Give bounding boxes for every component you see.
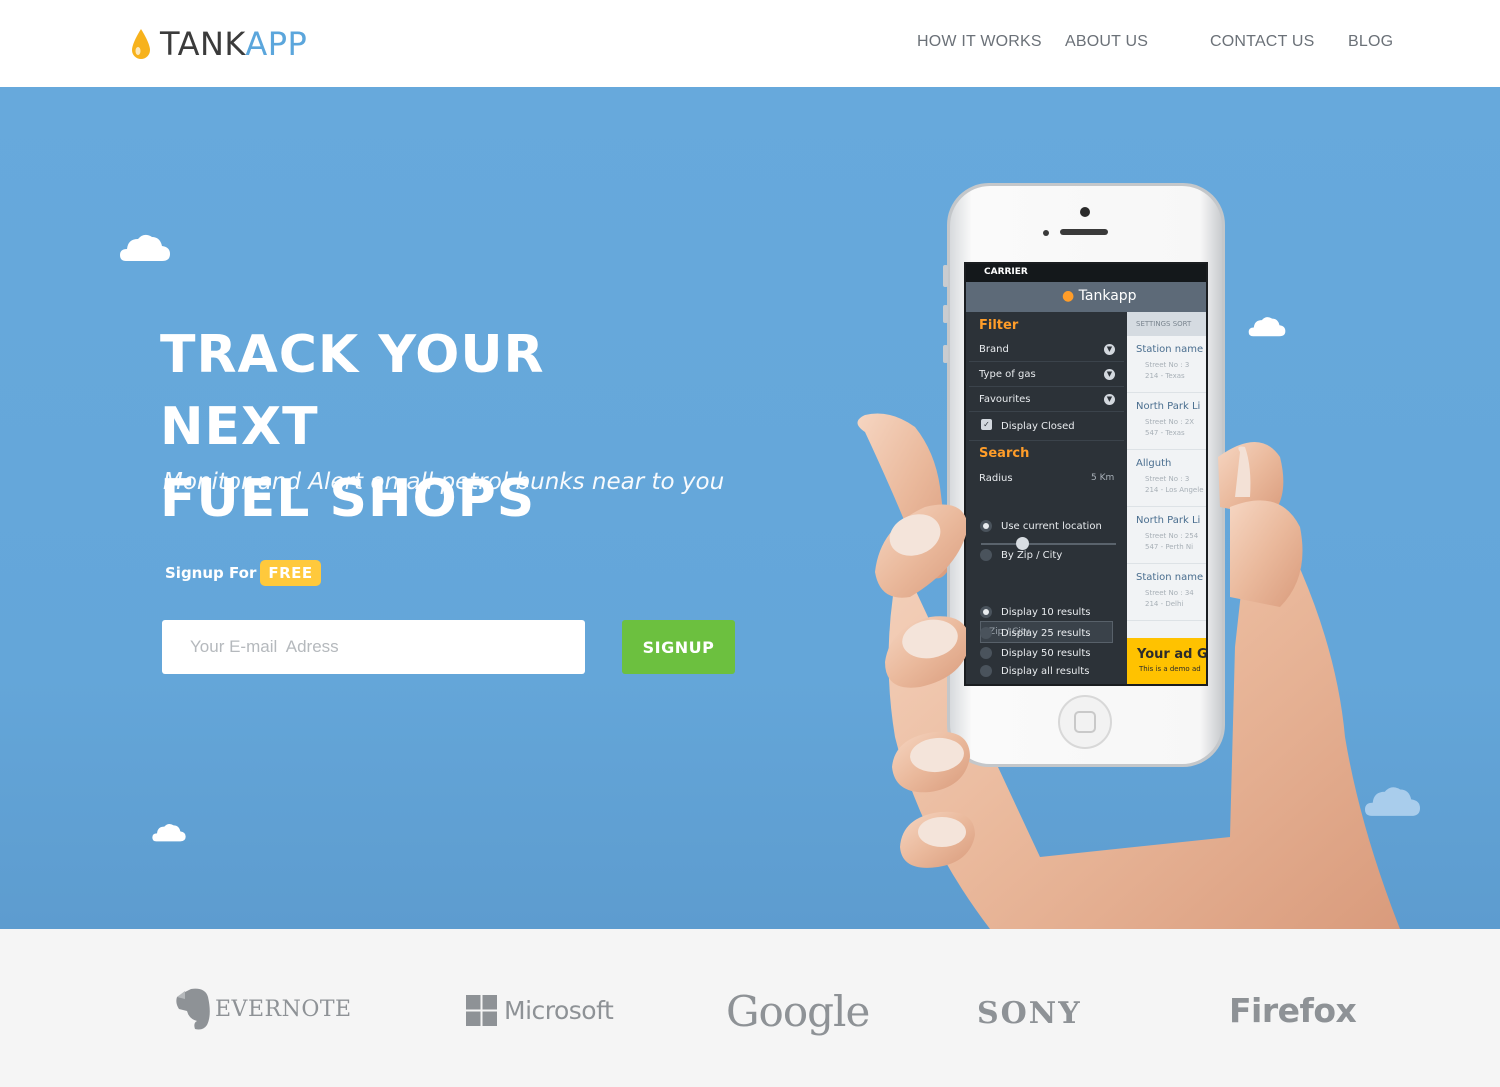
filter-type-of-gas[interactable]: Type of gas ▼ [969,363,1124,387]
display-closed-label: Display Closed [1001,421,1075,432]
app-title-bar: ● Tankapp [966,282,1206,312]
ad-subtitle: This is a demo ad [1139,665,1201,673]
evernote-wordmark: EVERNOTE [215,996,352,1022]
station-list-item[interactable]: Station name Street No : 34 214 - Delhi [1127,564,1206,621]
partner-logos-strip: EVERNOTE Microsoft Google SONY Firefox [0,929,1500,1087]
nav-blog[interactable]: BLOG [1348,33,1393,51]
station-address-line: 547 - Perth Ni [1145,543,1194,551]
station-list-header: SETTINGS SORT [1127,312,1206,336]
display-closed-toggle[interactable]: ✓ Display Closed [969,413,1124,441]
phone-status-bar: CARRIER [966,264,1206,282]
signup-button[interactable]: SIGNUP [622,620,735,674]
firefox-logo: Firefox [1229,991,1357,1030]
hero-headline: TRACK YOUR NEXT FUEL SHOPS [160,319,720,535]
filter-title: Filter [979,318,1019,333]
phone-screen: CARRIER ● Tankapp Filter Brand ▼ Type of… [966,264,1206,684]
filter-panel: Filter Brand ▼ Type of gas ▼ Favourites … [966,312,1127,684]
evernote-logo: EVERNOTE [175,987,352,1031]
station-list-item[interactable]: Station name Street No : 3 214 - Texas [1127,336,1206,393]
option-label: Use current location [1001,521,1102,532]
filter-label: Brand [979,344,1009,355]
station-list-item[interactable]: North Park Li Street No : 2X 547 - Texas [1127,393,1206,450]
station-address-line: 547 - Texas [1145,429,1185,437]
station-address: Street No : 254 547 - Perth Ni [1145,531,1198,553]
station-address-line: Street No : 2X [1145,418,1195,426]
ad-title: Your ad Go [1137,647,1206,662]
option-label: Display all results [1001,666,1090,677]
station-name: North Park Li [1136,401,1201,412]
chevron-down-icon: ▼ [1104,394,1115,405]
email-input[interactable] [162,620,585,674]
station-address-line: Street No : 34 [1145,589,1194,597]
app-title: ● Tankapp [1062,288,1137,304]
radio-display-25[interactable] [980,627,992,639]
station-address-line: Street No : 3 [1145,361,1190,369]
radio-use-current-location[interactable] [980,520,992,532]
site-header: TANKAPP HOW IT WORKS ABOUT US CONTACT US… [0,0,1500,87]
chevron-down-icon: ▼ [1104,369,1115,380]
microsoft-logo: Microsoft [466,995,614,1026]
filter-brand[interactable]: Brand ▼ [969,338,1124,362]
microsoft-windows-icon [466,995,497,1026]
radio-display-all[interactable] [980,665,992,677]
option-label: Display 10 results [1001,607,1091,618]
microsoft-wordmark: Microsoft [504,996,614,1025]
station-address-line: 214 - Los Angele [1145,486,1204,494]
station-name: Station name [1136,344,1204,355]
station-address: Street No : 3 214 - Texas [1145,360,1189,382]
filter-favourites[interactable]: Favourites ▼ [969,388,1124,412]
radius-label: Radius [979,473,1013,484]
station-address-line: 214 - Texas [1145,372,1185,380]
option-label: Display 50 results [1001,648,1091,659]
nav-contact-us[interactable]: CONTACT US [1210,33,1315,51]
station-address-line: Street No : 254 [1145,532,1199,540]
checkbox-icon: ✓ [981,419,992,430]
main-nav: HOW IT WORKS ABOUT US CONTACT US BLOG [0,33,1500,53]
free-badge: FREE [260,560,321,586]
radio-display-10[interactable] [980,606,992,618]
app-title-text: Tankapp [1078,288,1137,304]
nav-how-it-works[interactable]: HOW IT WORKS [917,33,1042,51]
sony-logo: SONY [977,996,1082,1031]
evernote-elephant-icon [176,988,210,1030]
cloud-icon [152,823,186,842]
station-list-item[interactable]: North Park Li Street No : 254 547 - Perth… [1127,507,1206,564]
nav-about-us[interactable]: ABOUT US [1065,33,1148,51]
radius-value: 5 Km [1091,473,1115,483]
station-name: North Park Li [1136,515,1201,526]
signup-for-label: Signup For FREE [165,560,321,586]
option-label: By Zip / City [1001,550,1063,561]
radius-slider-knob[interactable] [1016,537,1029,550]
signup-for-text: Signup For [165,564,257,582]
station-address: Street No : 2X 547 - Texas [1145,417,1194,439]
search-title: Search [979,446,1030,461]
option-label: Display 25 results [1001,628,1091,639]
chevron-down-icon: ▼ [1104,344,1115,355]
hero-section: TRACK YOUR NEXT FUEL SHOPS Monitor and A… [0,87,1500,929]
station-list-item[interactable]: Allguth Street No : 3 214 - Los Angele [1127,450,1206,507]
fuel-drop-icon: ● [1062,288,1075,304]
radio-display-50[interactable] [980,647,992,659]
station-address: Street No : 3 214 - Los Angele [1145,474,1204,496]
carrier-label: CARRIER [984,267,1028,277]
station-list-panel: SETTINGS SORT Station name Street No : 3… [1127,312,1206,684]
google-logo: Google [726,987,870,1036]
filter-label: Favourites [979,394,1031,405]
station-address: Street No : 34 214 - Delhi [1145,588,1194,610]
radio-by-zip-city[interactable] [980,549,992,561]
station-address-line: Street No : 3 [1145,475,1190,483]
hero-subline: Monitor and Alert on all petrol bunks ne… [163,469,725,495]
station-address-line: 214 - Delhi [1145,600,1184,608]
cloud-icon [120,234,170,261]
filter-label: Type of gas [979,369,1036,380]
radius-slider-track [981,543,1116,545]
headline-line-1: TRACK YOUR NEXT [160,325,545,457]
station-name: Allguth [1136,458,1172,469]
ad-banner[interactable]: Your ad Go This is a demo ad [1127,638,1206,684]
station-name: Station name [1136,572,1204,583]
